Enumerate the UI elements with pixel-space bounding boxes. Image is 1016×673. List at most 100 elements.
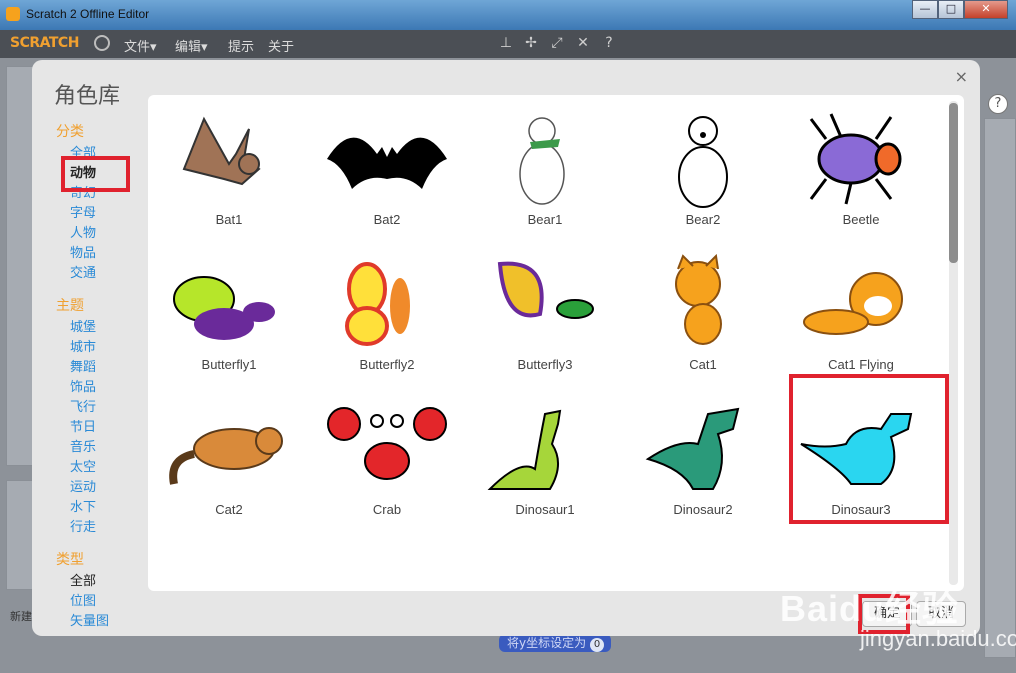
help-question-icon[interactable]: ? [988,94,1008,114]
theme-walking[interactable]: 行走 [56,518,156,538]
menu-edit[interactable]: 编辑▾ [175,36,208,55]
minimize-button[interactable]: — [912,0,938,19]
window-controls: — □ ✕ [912,0,1008,19]
sprite-grid-scrollbar[interactable] [949,101,958,585]
sprite-tile-bear2[interactable]: Bear2 [624,95,782,240]
butterfly2-thumbnail-icon [345,262,410,346]
cat1-thumbnail-icon [675,254,722,345]
menu-about[interactable]: 关于 [268,36,294,55]
theme-heading: 主题 [56,298,84,314]
scratch-menubar: SCRATCH 文件▾ 编辑▾ 提示 关于 ⊥ ✢ ⤢ ✕ ? [0,30,1016,58]
sprite-tile-row4-2[interactable] [308,530,466,591]
sprite-panel [6,480,34,590]
category-people[interactable]: 人物 [56,224,156,244]
sprite-tile-dinosaur2[interactable]: Dinosaur2 [624,385,782,530]
delete-cut-icon[interactable]: ✢ [523,35,539,51]
sprite-label: Cat1 [689,357,717,372]
scrollbar-thumb[interactable] [949,103,958,263]
sprite-tile-bear1[interactable]: Bear1 [466,95,624,240]
sprite-label: Crab [372,502,402,517]
shrink-icon[interactable]: ✕ [575,35,591,51]
sprite-label: Dinosaur2 [673,502,733,517]
sprite-label: Bat2 [373,212,401,227]
sprite-tile-butterfly1[interactable]: Butterfly1 [150,240,308,385]
bear1-thumbnail-icon [519,117,565,205]
theme-flying[interactable]: 飞行 [56,398,156,418]
theme-holiday[interactable]: 节日 [56,418,156,438]
sprite-label: Bear2 [685,212,721,227]
highlight-animals-category [61,156,130,192]
sprite-tile-bat1[interactable]: Bat1 [150,95,308,240]
sprite-tile-cat1-flying[interactable]: Cat1 Flying [782,240,940,385]
category-letters[interactable]: 字母 [56,204,156,224]
category-sidebar: 分类 全部 动物 奇幻 字母 人物 物品 交通 主题 城堡 城市 舞蹈 饰品 飞… [56,122,156,632]
category-things[interactable]: 物品 [56,244,156,264]
beetle-thumbnail-icon [809,113,902,205]
dog-thumbnail-icon [164,544,294,591]
baidu-watermark: Baidu经验 jingyan.baidu.com [780,580,1016,652]
theme-underwater[interactable]: 水下 [56,498,156,518]
sprite-label: Dinosaur1 [515,502,575,517]
close-window-button[interactable]: ✕ [964,0,1008,19]
menu-tips[interactable]: 提示 [228,36,254,55]
maximize-button[interactable]: □ [938,0,964,19]
sprite-tile-butterfly2[interactable]: Butterfly2 [308,240,466,385]
theme-sports[interactable]: 运动 [56,478,156,498]
sprite-tile-cat2[interactable]: Cat2 [150,385,308,530]
sprite-label: Butterfly1 [201,357,257,372]
butterfly3-thumbnail-icon [497,261,594,319]
sprite-library-dialog: 角色库 × 分类 全部 动物 奇幻 字母 人物 物品 交通 主题 城堡 城市 舞… [32,60,980,636]
dialog-close-icon[interactable]: × [955,67,968,86]
sprite-tile-cat1[interactable]: Cat1 [624,240,782,385]
menu-file[interactable]: 文件▾ [124,36,157,55]
type-all[interactable]: 全部 [56,572,156,592]
sprite-label: Butterfly3 [517,357,573,372]
category-heading: 分类 [56,124,84,140]
theme-space[interactable]: 太空 [56,458,156,478]
duplicate-stamp-icon[interactable]: ⊥ [498,35,514,51]
puppy-photo-icon [480,544,610,591]
highlight-dinosaur3 [789,374,949,524]
sprite-tile-bat2[interactable]: Bat2 [308,95,466,240]
bat2-thumbnail-icon [327,137,447,189]
theme-music[interactable]: 音乐 [56,438,156,458]
dialog-title: 角色库 [54,84,121,109]
window-title: Scratch 2 Offline Editor [26,7,150,21]
type-vector[interactable]: 矢量图 [56,612,156,632]
dinosaur1-thumbnail-icon [487,409,562,490]
set-y-block-value[interactable]: 0 [590,638,605,652]
blue-dog-thumbnail-icon [322,544,452,591]
crab-thumbnail-icon [327,407,447,480]
sprite-tile-dinosaur1[interactable]: Dinosaur1 [466,385,624,530]
bat1-thumbnail-icon [182,116,261,186]
sprite-tile-row4-4[interactable] [624,530,782,591]
theme-dress-up[interactable]: 饰品 [56,378,156,398]
scripts-panel [984,118,1016,658]
sprite-tile-beetle[interactable]: Beetle [782,95,940,240]
new-sprite-label: 新建 [10,610,32,623]
language-globe-icon[interactable] [94,35,110,51]
sprite-tile-butterfly3[interactable]: Butterfly3 [466,240,624,385]
help-icon[interactable]: ? [601,35,617,51]
type-bitmap[interactable]: 位图 [56,592,156,612]
dove-thumbnail-icon [638,544,768,591]
scratch-app-icon [6,7,20,21]
theme-dance[interactable]: 舞蹈 [56,358,156,378]
category-transportation[interactable]: 交通 [56,264,156,284]
theme-city[interactable]: 城市 [56,338,156,358]
grow-icon[interactable]: ⤢ [549,35,565,51]
type-heading: 类型 [56,552,84,568]
sprite-tile-row4-3[interactable] [466,530,624,591]
watermark-url: jingyan.baidu.com [860,626,1016,651]
set-y-block[interactable]: 将y坐标设定为 0 [499,634,611,652]
cat2-thumbnail-icon [169,427,283,485]
sprite-tile-crab[interactable]: Crab [308,385,466,530]
scratch-logo[interactable]: SCRATCH [10,35,79,51]
butterfly1-thumbnail-icon [173,276,275,340]
theme-castle[interactable]: 城堡 [56,318,156,338]
cat1-flying-thumbnail-icon [803,272,903,335]
sprite-label: Cat1 Flying [828,357,894,372]
sprite-label: Bat1 [215,212,243,227]
sprite-tile-row4-1[interactable] [150,530,308,591]
set-y-block-label: 将y坐标设定为 [507,636,587,650]
